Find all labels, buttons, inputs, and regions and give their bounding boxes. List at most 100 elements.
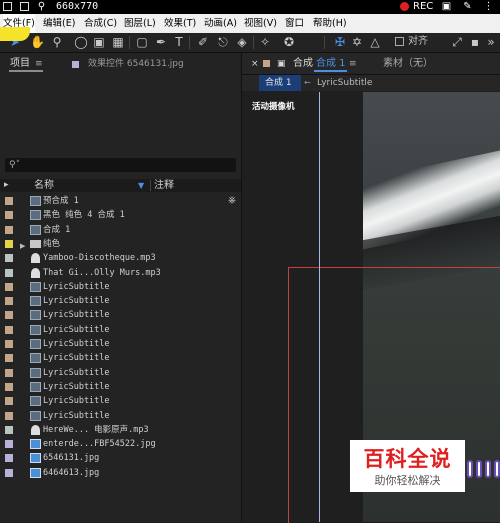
view-axis-icon[interactable]: △ [368, 35, 382, 49]
tab-composition-1[interactable]: 合成 1 [316, 57, 346, 71]
list-item[interactable]: LyricSubtitle [0, 323, 241, 337]
panel-menu-icon[interactable]: ≡ [35, 57, 43, 71]
label-color-swatch[interactable] [5, 468, 13, 477]
text-tool-icon[interactable]: T [172, 35, 186, 49]
label-color-swatch[interactable] [5, 454, 13, 463]
label-color-swatch[interactable] [5, 239, 13, 248]
tab-footage[interactable]: 素材（无） [383, 57, 433, 71]
clone-stamp-tool-icon[interactable]: ⎋ [216, 35, 230, 49]
comp-icon [30, 367, 41, 378]
more-tools-icon[interactable]: » [484, 35, 498, 49]
orbit-tool-icon[interactable]: ◯ [74, 35, 88, 49]
list-item[interactable]: LyricSubtitle [0, 351, 241, 365]
camera-tool-icon[interactable]: ▣ [92, 35, 106, 49]
list-item[interactable]: LyricSubtitle [0, 409, 241, 423]
comp-icon [30, 410, 41, 421]
list-item[interactable]: 黑色 纯色 4 合成 1 [0, 208, 241, 222]
zoom-tool-icon[interactable]: ⚲ [50, 35, 64, 49]
label-color-swatch[interactable] [5, 440, 13, 449]
menu-window[interactable]: 窗口 [285, 14, 304, 33]
label-color-swatch[interactable] [5, 268, 13, 277]
label-color-swatch[interactable] [5, 325, 13, 334]
label-color-swatch[interactable] [5, 211, 13, 220]
list-item[interactable]: 6464613.jpg [0, 466, 241, 480]
column-name[interactable]: 名称 [34, 179, 54, 192]
effects-swatch [72, 61, 79, 68]
list-item[interactable]: HereWe... 电影原声.mp3 [0, 423, 241, 437]
label-color-swatch[interactable] [5, 354, 13, 363]
comp-icon [30, 381, 41, 392]
label-color-swatch[interactable] [5, 340, 13, 348]
label-color-swatch[interactable] [5, 254, 13, 263]
label-color-swatch[interactable] [5, 297, 13, 306]
sort-icon[interactable]: ▼ [138, 179, 144, 192]
list-item[interactable]: LyricSubtitle [0, 366, 241, 380]
menu-effect[interactable]: 效果(T) [164, 14, 196, 33]
tab-project[interactable]: 项目 [10, 57, 30, 71]
comp-icon [30, 210, 41, 221]
roto-brush-tool-icon[interactable]: ✧ [258, 35, 272, 49]
pen-icon[interactable]: ✎ [462, 1, 473, 12]
label-color-swatch[interactable] [5, 425, 13, 434]
list-item[interactable]: LyricSubtitle [0, 280, 241, 294]
list-item[interactable]: Yamboo-Discotheque.mp3 [0, 251, 241, 265]
list-item[interactable]: 6546131.jpg [0, 451, 241, 465]
camera-icon[interactable]: ▣ [441, 1, 452, 12]
menu-composition[interactable]: 合成(C) [84, 14, 117, 33]
local-axis-icon[interactable]: ✠ [333, 35, 347, 49]
world-axis-icon[interactable]: ✡ [350, 35, 364, 49]
project-search-input[interactable] [5, 158, 236, 172]
list-item[interactable]: That Gi...Olly Murs.mp3 [0, 266, 241, 280]
label-color-swatch[interactable] [5, 382, 13, 391]
audio-icon [31, 253, 40, 264]
brush-tool-icon[interactable]: ✐ [196, 35, 210, 49]
label-color-swatch[interactable] [5, 197, 13, 205]
list-item[interactable]: 合成 1 [0, 223, 241, 237]
list-item-label: LyricSubtitle [43, 324, 110, 335]
list-item[interactable]: LyricSubtitle [0, 337, 241, 351]
list-item[interactable]: LyricSubtitle [0, 394, 241, 408]
record-icon[interactable] [400, 2, 409, 11]
list-item[interactable]: LyricSubtitle [0, 380, 241, 394]
menu-edit[interactable]: 编辑(E) [43, 14, 75, 33]
hand-tool-icon[interactable]: ✋ [30, 35, 45, 49]
shape-snap-icon[interactable]: ▪ [468, 35, 482, 49]
list-item[interactable]: 纯色 [0, 237, 241, 251]
label-color-swatch[interactable] [5, 311, 13, 320]
rectangle-tool-icon[interactable]: ▢ [135, 35, 149, 49]
img-icon [30, 439, 41, 450]
more-icon[interactable]: ⋮ [483, 1, 494, 12]
label-color-swatch[interactable] [5, 282, 13, 291]
puppet-tool-icon[interactable]: ✪ [282, 35, 296, 49]
list-item[interactable]: LyricSubtitle [0, 308, 241, 322]
list-item[interactable]: enterde...FBF54522.jpg [0, 437, 241, 451]
eraser-tool-icon[interactable]: ◈ [235, 35, 249, 49]
menu-view[interactable]: 视图(V) [244, 14, 277, 33]
close-icon[interactable]: × [251, 57, 259, 71]
pen-tool-icon[interactable]: ✒ [154, 35, 168, 49]
label-color-swatch[interactable] [5, 411, 13, 420]
sub-tab-composition-1[interactable]: 合成 1 [265, 76, 292, 90]
tab-effect-controls[interactable]: 效果控件 6546131.jpg [88, 57, 184, 71]
label-color-swatch[interactable] [5, 368, 13, 377]
list-item[interactable]: LyricSubtitle [0, 294, 241, 308]
pan-behind-tool-icon[interactable]: ▦ [111, 35, 125, 49]
snap-icon[interactable]: ⤢ [450, 35, 464, 49]
menu-layer[interactable]: 图层(L) [124, 14, 156, 33]
lock-icon[interactable]: ▣ [277, 57, 286, 71]
panel-menu-icon[interactable]: ≡ [349, 57, 357, 71]
align-checkbox[interactable] [395, 37, 404, 46]
menu-help[interactable]: 帮助(H) [313, 14, 347, 33]
comp-icon [30, 324, 41, 335]
label-color-swatch[interactable] [5, 225, 13, 234]
comp-swatch [263, 60, 270, 67]
sub-tab-lyricsubtitle[interactable]: LyricSubtitle [317, 76, 372, 90]
watermark-subtitle: 助你轻松解决 [374, 474, 441, 487]
menu-animation[interactable]: 动画(A) [204, 14, 237, 33]
active-tab-indicator [9, 70, 43, 72]
list-item[interactable]: 预合成 1 [0, 194, 241, 208]
label-color-swatch[interactable] [5, 397, 13, 406]
column-comment[interactable]: 注释 [154, 179, 174, 192]
current-time-indicator[interactable] [319, 92, 320, 522]
label-column-icon[interactable]: ▸ [4, 179, 9, 192]
